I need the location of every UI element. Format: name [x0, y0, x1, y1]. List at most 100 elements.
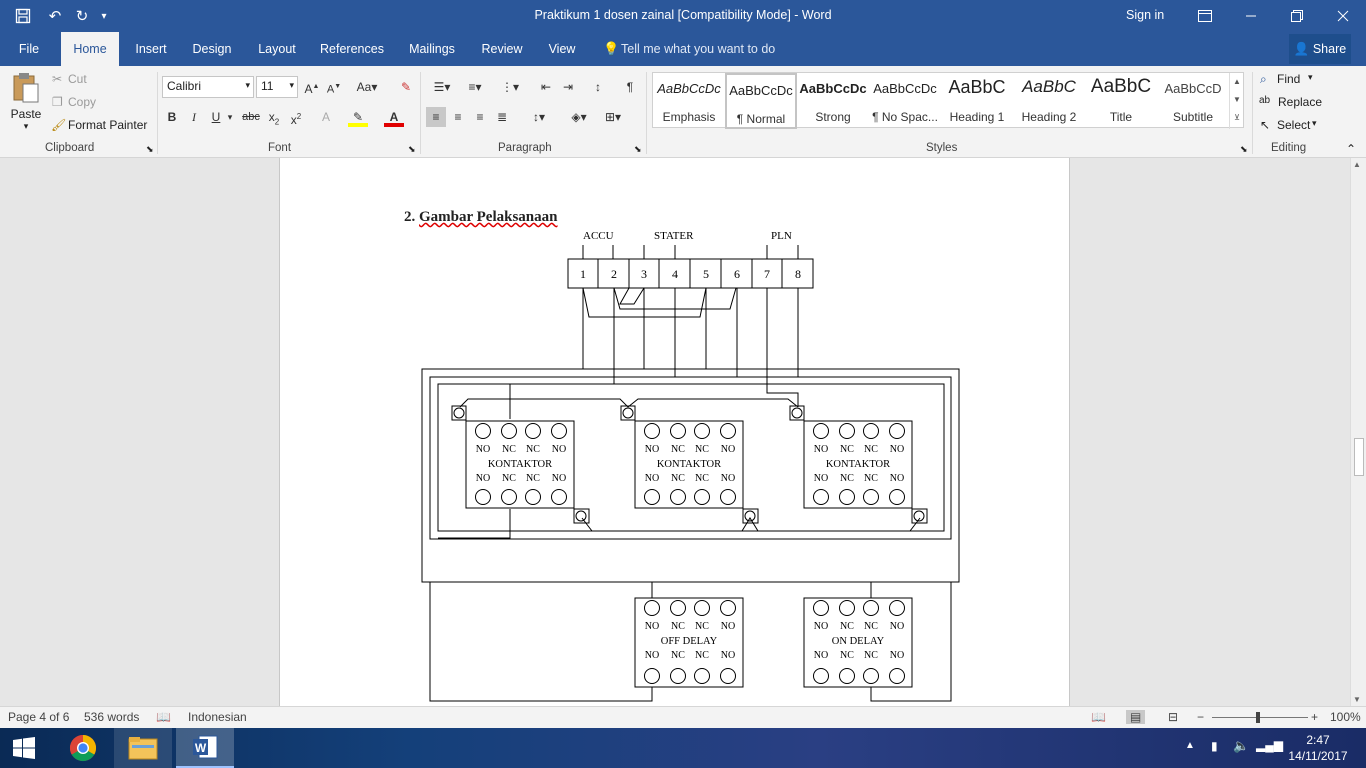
style-heading-1[interactable]: AaBbC Heading 1	[941, 73, 1013, 129]
battery-icon[interactable]: ▮	[1211, 739, 1218, 753]
zoom-out-icon[interactable]: −	[1197, 710, 1204, 724]
file-explorer-taskbar-button[interactable]	[114, 728, 172, 768]
tab-mailings[interactable]: Mailings	[402, 32, 462, 66]
underline-icon[interactable]: U	[206, 107, 226, 127]
tab-insert[interactable]: Insert	[128, 32, 174, 66]
web-layout-icon[interactable]: ⊟	[1168, 710, 1178, 724]
text-effects-icon[interactable]: A	[316, 107, 336, 127]
word-taskbar-button[interactable]: W	[176, 728, 234, 768]
chrome-taskbar-button[interactable]	[54, 728, 112, 768]
show-formatting-marks-icon[interactable]: ¶	[620, 77, 640, 97]
cut-icon[interactable]: ✂	[52, 72, 62, 86]
system-clock[interactable]: 2:47 14/11/2017	[1286, 732, 1350, 764]
styles-scroll-down-icon[interactable]: ▼	[1230, 91, 1244, 109]
align-center-icon[interactable]: ≡	[448, 107, 468, 127]
style-title[interactable]: AaBbC Title	[1085, 73, 1157, 129]
decrease-indent-icon[interactable]: ⇤	[536, 77, 556, 97]
paragraph-launcher-icon[interactable]: ⬊	[634, 144, 642, 155]
select-button[interactable]: Select	[1277, 118, 1310, 132]
cut-button[interactable]: Cut	[68, 72, 87, 86]
bold-icon[interactable]: B	[162, 107, 182, 127]
strikethrough-icon[interactable]: abc	[240, 107, 262, 127]
underline-dropdown-icon[interactable]: ▾	[224, 107, 236, 127]
font-name-field[interactable]: Calibri ▾	[162, 76, 254, 98]
shrink-font-icon[interactable]: A▼	[324, 77, 344, 97]
styles-launcher-icon[interactable]: ⬊	[1240, 144, 1248, 155]
change-case-icon[interactable]: Aa▾	[352, 77, 382, 97]
clear-formatting-icon[interactable]: ✎	[396, 77, 416, 97]
start-button[interactable]	[0, 728, 48, 768]
style-emphasis[interactable]: AaBbCcDc Emphasis	[653, 73, 725, 129]
align-left-icon[interactable]: ≡	[426, 107, 446, 127]
tab-review[interactable]: Review	[476, 32, 528, 66]
font-size-field[interactable]: 11 ▾	[256, 76, 298, 98]
borders-icon[interactable]: ⊞▾	[600, 107, 626, 127]
share-button[interactable]: 👤 Share	[1289, 34, 1351, 64]
superscript-icon[interactable]: x2	[286, 107, 306, 127]
sort-icon[interactable]: ↕	[588, 77, 608, 97]
find-button[interactable]: Find	[1277, 72, 1300, 86]
subscript-icon[interactable]: x2	[264, 107, 284, 127]
zoom-slider[interactable]	[1212, 717, 1308, 718]
page-count[interactable]: Page 4 of 6	[8, 710, 69, 724]
highlight-icon[interactable]: ✎	[348, 107, 368, 127]
restore-icon[interactable]	[1274, 0, 1320, 32]
italic-icon[interactable]: I	[184, 107, 204, 127]
show-hidden-icons-icon[interactable]: ▲	[1185, 740, 1195, 751]
minimize-icon[interactable]	[1228, 0, 1274, 32]
tab-layout[interactable]: Layout	[251, 32, 303, 66]
zoom-level[interactable]: 100%	[1330, 710, 1361, 724]
word-count[interactable]: 536 words	[84, 710, 139, 724]
copy-icon[interactable]: ❐	[52, 95, 63, 109]
numbering-icon[interactable]: ≡▾	[461, 77, 489, 97]
select-icon[interactable]: ↖	[1260, 118, 1270, 132]
justify-icon[interactable]: ≣	[492, 107, 512, 127]
clipboard-launcher-icon[interactable]: ⬊	[146, 144, 154, 155]
tab-references[interactable]: References	[316, 32, 388, 66]
font-color-icon[interactable]: A	[384, 107, 404, 127]
zoom-slider-thumb[interactable]	[1256, 712, 1260, 723]
style-no-spacing[interactable]: AaBbCcDc ¶ No Spac...	[869, 73, 941, 129]
grow-font-icon[interactable]: A▲	[302, 77, 322, 97]
align-right-icon[interactable]: ≡	[470, 107, 490, 127]
style-subtitle[interactable]: AaBbCcD Subtitle	[1157, 73, 1229, 129]
close-icon[interactable]	[1320, 0, 1366, 32]
collapse-ribbon-icon[interactable]: ⌃	[1346, 142, 1356, 156]
scroll-down-icon[interactable]: ▼	[1353, 695, 1361, 704]
tab-file[interactable]: File	[10, 32, 48, 66]
select-dropdown-icon[interactable]: ▾	[1312, 118, 1317, 129]
style-normal[interactable]: AaBbCcDc ¶ Normal	[725, 73, 797, 129]
styles-scroll-up-icon[interactable]: ▲	[1230, 73, 1244, 91]
format-painter-icon[interactable]: 🖌	[51, 118, 66, 132]
shading-icon[interactable]: ◈▾	[566, 107, 592, 127]
line-spacing-icon[interactable]: ↕▾	[526, 107, 552, 127]
scroll-up-icon[interactable]: ▲	[1353, 160, 1361, 169]
scroll-thumb[interactable]	[1354, 438, 1364, 476]
read-mode-icon[interactable]: 📖	[1091, 710, 1106, 724]
paste-button[interactable]: Paste ▾	[8, 72, 44, 136]
sign-in-link[interactable]: Sign in	[1126, 8, 1164, 22]
copy-button[interactable]: Copy	[68, 95, 96, 109]
find-dropdown-icon[interactable]: ▾	[1308, 72, 1313, 83]
style-strong[interactable]: AaBbCcDc Strong	[797, 73, 869, 129]
zoom-in-icon[interactable]: +	[1311, 710, 1318, 724]
tell-me-box[interactable]: Tell me what you want to do	[621, 42, 775, 56]
language-indicator[interactable]: Indonesian	[188, 710, 247, 724]
bullets-icon[interactable]: ☰▾	[428, 77, 456, 97]
increase-indent-icon[interactable]: ⇥	[558, 77, 578, 97]
document-page[interactable]: 2. Gambar Pelaksanaan ACCU STATER PLN 1 …	[279, 158, 1070, 706]
replace-button[interactable]: Replace	[1278, 95, 1322, 109]
network-icon[interactable]: ▂▄▆	[1256, 738, 1283, 752]
print-layout-icon[interactable]: ▤	[1126, 710, 1146, 724]
proofing-icon[interactable]: 📖	[156, 710, 171, 724]
vertical-scrollbar[interactable]: ▲ ▼	[1350, 158, 1366, 706]
multilevel-list-icon[interactable]: ⋮▾	[496, 77, 524, 97]
format-painter-button[interactable]: Format Painter	[68, 118, 147, 132]
tab-view[interactable]: View	[541, 32, 583, 66]
ribbon-display-options-icon[interactable]	[1182, 0, 1228, 32]
tab-design[interactable]: Design	[186, 32, 238, 66]
volume-icon[interactable]: 🔈	[1233, 738, 1249, 754]
style-heading-2[interactable]: AaBbC Heading 2	[1013, 73, 1085, 129]
font-launcher-icon[interactable]: ⬊	[408, 144, 416, 155]
tab-home[interactable]: Home	[61, 32, 119, 66]
